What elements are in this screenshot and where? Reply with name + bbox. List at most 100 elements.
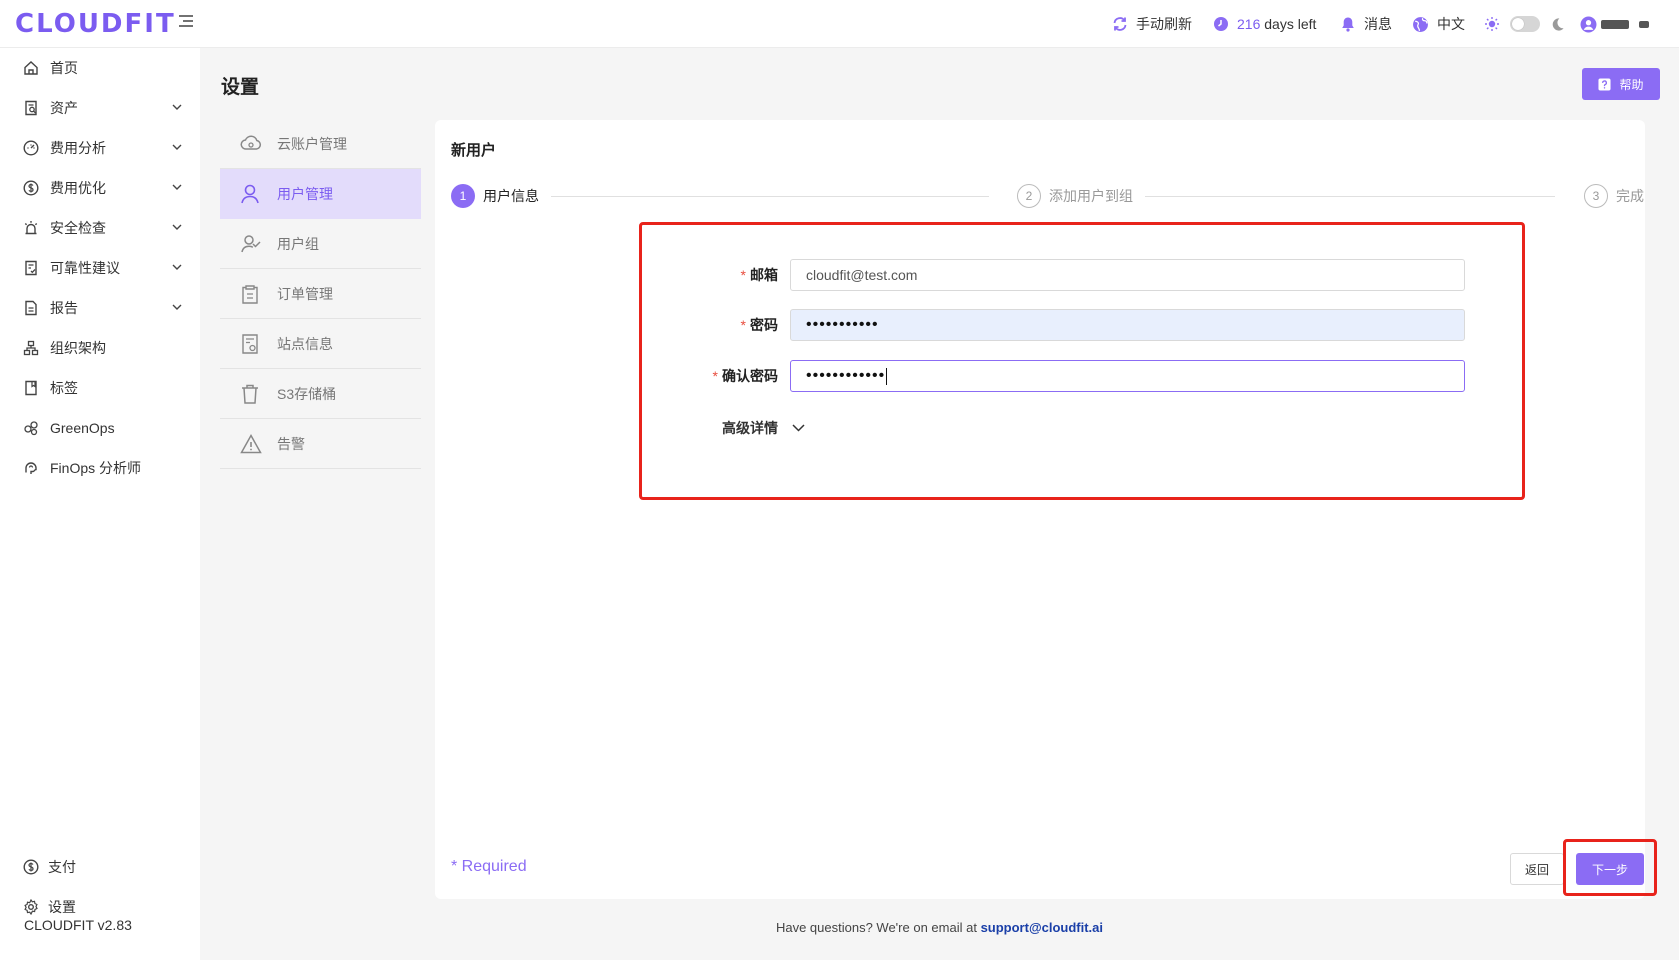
sidebar-item-assets[interactable]: 资产: [0, 88, 200, 128]
step-label: 完成: [1616, 188, 1644, 204]
chevron-down-icon: [172, 264, 182, 270]
step-connector: [551, 196, 989, 197]
redacted-username-suffix: [1639, 20, 1649, 28]
email-label: * 邮箱: [740, 267, 778, 283]
tag-icon: [25, 380, 37, 396]
settings-item-s3-buckets[interactable]: S3存储桶: [220, 369, 421, 419]
sidebar-item-label: 资产: [50, 100, 78, 116]
sidebar-item-tags[interactable]: 标签: [0, 368, 200, 408]
confirm-password-value: ••••••••••••: [806, 367, 886, 384]
settings-item-user-management[interactable]: 用户管理: [220, 169, 421, 219]
redacted-username: [1601, 19, 1629, 29]
checklist-icon: [25, 260, 37, 276]
gauge-icon: [23, 140, 39, 156]
settings-item-site-info[interactable]: 站点信息: [220, 319, 421, 369]
sidebar-item-security-check[interactable]: 安全检查: [0, 208, 200, 248]
settings-item-alerts[interactable]: 告警: [220, 419, 421, 469]
email-field[interactable]: cloudfit@test.com: [790, 259, 1465, 291]
sidebar-item-organization[interactable]: 组织架构: [0, 328, 200, 368]
alarm-icon: [24, 221, 38, 235]
sidebar-item-cost-analysis[interactable]: 费用分析: [0, 128, 200, 168]
sidebar-item-reliability[interactable]: 可靠性建议: [0, 248, 200, 288]
settings-item-label: 订单管理: [277, 285, 333, 302]
sidebar-item-cost-optimization[interactable]: 费用优化: [0, 168, 200, 208]
theme-toggle[interactable]: [1510, 16, 1540, 32]
chevron-down-icon: [172, 184, 182, 190]
text-caret: [886, 367, 888, 385]
advanced-details-label: 高级详情: [722, 420, 778, 436]
toggle-knob: [1512, 18, 1524, 30]
sidebar-item-label: 报告: [50, 300, 78, 316]
leaf-icon: [24, 421, 38, 436]
gear-icon: [24, 899, 38, 915]
sidebar-item-label: 安全检查: [50, 220, 106, 236]
sidebar: 首页 资产 费用分析 费用优化 安全检查 可靠性建议 报告 组织架构 标签 Gr…: [0, 48, 200, 960]
dollar-icon: [23, 180, 39, 196]
settings-item-label: 云账户管理: [277, 135, 347, 152]
org-icon: [23, 340, 39, 356]
step-add-to-group: 2 添加用户到组: [1017, 184, 1133, 208]
order-icon: [242, 285, 258, 304]
sidebar-item-label: 支付: [48, 859, 76, 875]
support-email-link[interactable]: support@cloudfit.ai: [981, 920, 1103, 935]
settings-item-label: S3存储桶: [277, 385, 337, 402]
sidebar-item-label: GreenOps: [50, 420, 115, 436]
sidebar-item-label: 标签: [50, 380, 78, 396]
confirm-password-field[interactable]: ••••••••••••: [790, 360, 1465, 392]
step-number: 1: [451, 184, 475, 208]
sidebar-item-reports[interactable]: 报告: [0, 288, 200, 328]
sidebar-item-greenops[interactable]: GreenOps: [0, 408, 200, 448]
settings-item-user-groups[interactable]: 用户组: [220, 219, 421, 269]
language-switch[interactable]: 中文: [1412, 0, 1465, 48]
required-note: * Required: [451, 858, 527, 875]
question-icon: [1598, 77, 1612, 91]
step-complete: 3 完成: [1584, 184, 1644, 208]
chevron-down-icon: [172, 104, 182, 110]
payment-icon: [23, 859, 39, 875]
password-field[interactable]: •••••••••••: [790, 309, 1465, 341]
manual-refresh-button[interactable]: 手动刷新: [1112, 0, 1192, 48]
settings-item-orders[interactable]: 订单管理: [220, 269, 421, 319]
bell-icon: [1342, 17, 1354, 32]
refresh-label: 手动刷新: [1136, 16, 1192, 32]
password-label: * 密码: [740, 317, 778, 333]
bucket-icon: [242, 384, 258, 404]
asset-icon: [25, 100, 37, 116]
menu-toggle-icon[interactable]: [178, 14, 194, 28]
user-menu[interactable]: [1580, 0, 1649, 48]
messages-label: 消息: [1364, 16, 1392, 32]
report-icon: [25, 300, 37, 316]
password-value: •••••••••••: [806, 316, 879, 333]
chevron-down-icon: [172, 144, 182, 150]
step-number: 3: [1584, 184, 1608, 208]
home-icon: [24, 61, 38, 75]
back-button[interactable]: 返回: [1510, 853, 1564, 885]
days-count: 216: [1237, 16, 1261, 32]
step-connector: [1145, 196, 1555, 197]
user-avatar-icon: [1580, 16, 1597, 32]
days-suffix: days left: [1264, 16, 1317, 32]
user-group-icon: [241, 235, 261, 253]
settings-nav: 云账户管理 用户管理 用户组 订单管理 站点信息 S3存储桶 告警: [220, 119, 421, 469]
moon-icon: [1552, 17, 1564, 31]
step-user-info: 1 用户信息: [451, 184, 539, 208]
messages-button[interactable]: 消息: [1340, 0, 1392, 48]
warning-icon: [240, 433, 262, 454]
sidebar-item-payment[interactable]: 支付: [0, 847, 200, 887]
settings-item-cloud-accounts[interactable]: 云账户管理: [220, 119, 421, 169]
license-days-left: 216 days left: [1213, 0, 1316, 48]
help-button[interactable]: 帮助: [1582, 68, 1660, 100]
globe-icon: [1413, 16, 1428, 32]
sidebar-item-home[interactable]: 首页: [0, 48, 200, 88]
sidebar-item-finops-analyst[interactable]: FinOps 分析师: [0, 448, 200, 488]
app-logo[interactable]: CLOUDFIT: [15, 9, 176, 39]
user-icon: [241, 184, 259, 204]
site-icon: [242, 334, 258, 354]
new-user-card: 新用户 1 用户信息 2 添加用户到组 3 完成 * 邮箱 cloudfit@te…: [435, 120, 1657, 899]
sidebar-item-label: 首页: [50, 60, 78, 76]
refresh-icon: [1113, 17, 1127, 31]
settings-item-label: 站点信息: [277, 335, 333, 352]
theme-switch[interactable]: [1484, 0, 1565, 48]
top-header: CLOUDFIT 手动刷新 216 days left 消息 中文: [0, 0, 1679, 48]
advanced-details-toggle[interactable]: 高级详情: [722, 416, 805, 440]
